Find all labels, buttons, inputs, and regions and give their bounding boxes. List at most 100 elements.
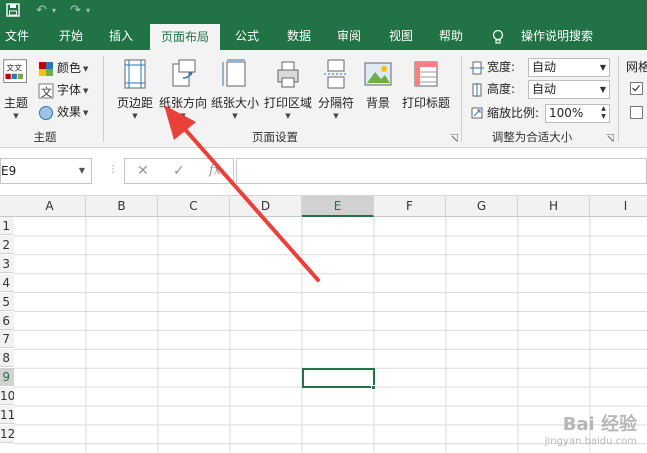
tab-insert[interactable]: 插入 (102, 22, 140, 50)
width-icon (470, 61, 484, 75)
print-titles-label: 打印标题 (401, 96, 450, 110)
column-header-d[interactable]: D (230, 196, 302, 217)
background-label: 背景 (365, 96, 390, 110)
background-button[interactable]: 背景 (360, 58, 396, 124)
row-header-10[interactable]: 10 (0, 387, 14, 406)
tab-home[interactable]: 开始 (52, 22, 90, 50)
chevron-down-icon: ▼ (599, 85, 606, 94)
height-label: 高度: (487, 82, 516, 96)
column-header-g[interactable]: G (446, 196, 518, 217)
column-header-i[interactable]: I (590, 196, 647, 217)
height-select[interactable]: 自动 ▼ (528, 80, 610, 99)
spinner-arrows-icon[interactable]: ▲ ▼ (598, 105, 609, 122)
fonts-label: 字体 (57, 83, 82, 97)
lightbulb-icon (492, 29, 504, 44)
dialog-launcher-icon[interactable] (450, 134, 458, 142)
scale-spinner[interactable]: 100% ▲ ▼ (545, 104, 610, 123)
undo-dropdown-icon[interactable]: ▾ (52, 3, 56, 19)
column-header-a[interactable]: A (14, 196, 86, 217)
chevron-down-icon: ▼ (78, 166, 85, 175)
insert-function-icon[interactable]: fx (209, 163, 221, 178)
print-area-icon (277, 61, 299, 88)
name-box-value: E9 (1, 164, 17, 178)
scale-label: 缩放比例: (487, 106, 540, 120)
undo-icon[interactable]: ↶ (36, 3, 47, 19)
column-header-c[interactable]: C (158, 196, 230, 217)
tell-me-search[interactable]: 操作说明搜索 (514, 22, 600, 50)
group-divider (103, 56, 104, 142)
chevron-down-icon: ▼ (333, 112, 339, 120)
chevron-down-icon: ▼ (180, 112, 186, 120)
background-image-icon (364, 62, 392, 86)
chevron-down-icon: ▼ (285, 112, 291, 120)
tab-data[interactable]: 数据 (280, 22, 318, 50)
selected-cell[interactable] (302, 368, 375, 389)
formula-bar: E9 ▼ ⋮ ✕ ✓ fx (0, 148, 647, 196)
tab-file[interactable]: 文件 (0, 22, 34, 50)
colors-label: 颜色 (57, 61, 82, 75)
size-button[interactable]: 纸张大小 ▼ (209, 58, 261, 124)
margins-button[interactable]: 页边距 ▼ (112, 58, 158, 124)
title-bar: ↶ ▾ ↷ ▾ (0, 0, 647, 22)
tab-view[interactable]: 视图 (382, 22, 420, 50)
gridlines-print-checkbox[interactable] (630, 106, 643, 119)
formula-buttons: ✕ ✓ fx (124, 158, 234, 184)
row-header-5[interactable]: 5 (0, 292, 14, 311)
row-header-6[interactable]: 6 (0, 311, 14, 330)
redo-dropdown-icon[interactable]: ▾ (86, 3, 90, 19)
row-header-3[interactable]: 3 (0, 254, 14, 273)
save-icon[interactable] (6, 3, 20, 22)
name-box[interactable]: E9 ▼ (0, 158, 92, 184)
themes-label: 主题 (3, 96, 28, 110)
watermark-logo: Bai 经验 (562, 414, 637, 435)
row-header-1[interactable]: 1 (0, 217, 14, 235)
column-header-h[interactable]: H (518, 196, 590, 217)
row-header-12[interactable]: 12 (0, 424, 14, 443)
formula-bar-splitter[interactable]: ⋮ (108, 164, 118, 175)
watermark-url: jingyan.baidu.com (544, 436, 637, 447)
dialog-launcher-icon[interactable] (606, 134, 614, 142)
column-header-row: ABCDEFGHI (0, 196, 647, 217)
row-header-8[interactable]: 8 (0, 349, 14, 368)
column-header-e[interactable]: E (302, 196, 374, 217)
scale-group-label: 调整为合适大小 (491, 130, 573, 144)
fonts-button[interactable]: 文字体 ▼ (38, 80, 88, 100)
row-header-9[interactable]: 9 (0, 368, 14, 387)
width-select[interactable]: 自动 ▼ (528, 58, 610, 77)
cancel-icon[interactable]: ✕ (137, 163, 149, 179)
effects-button[interactable]: 效果 ▼ (38, 102, 88, 122)
margins-label: 页边距 (116, 96, 153, 110)
row-header-11[interactable]: 11 (0, 406, 14, 424)
themes-button[interactable]: 文文 主题 ▼ (0, 58, 32, 124)
themes-icon: 文文 (3, 59, 27, 83)
svg-text:文文: 文文 (6, 62, 22, 72)
column-header-f[interactable]: F (374, 196, 446, 217)
gridlines-label: 网格 (626, 60, 647, 74)
gridlines-view-checkbox[interactable] (630, 82, 643, 95)
row-header-7[interactable]: 7 (0, 330, 14, 349)
chevron-down-icon: ▼ (232, 112, 238, 120)
breaks-label: 分隔符 (317, 96, 354, 110)
row-header-4[interactable]: 4 (0, 273, 14, 292)
tab-review[interactable]: 审阅 (330, 22, 368, 50)
paper-size-icon (222, 59, 246, 87)
tab-help[interactable]: 帮助 (432, 22, 470, 50)
svg-text:文: 文 (41, 85, 52, 99)
print-area-button[interactable]: 打印区域 ▼ (262, 58, 314, 124)
ribbon: 文文 主题 ▼ 颜色 ▼ 文字体 ▼ 效果 ▼ 主题 页边距 ▼ 纸张方向 ▼ 纸张大… (0, 50, 647, 148)
breaks-button[interactable]: 分隔符 ▼ (316, 58, 356, 124)
colors-button[interactable]: 颜色 ▼ (38, 58, 88, 78)
size-label: 纸张大小 (210, 96, 259, 110)
orientation-button[interactable]: 纸张方向 ▼ (157, 58, 209, 124)
row-header-2[interactable]: 2 (0, 235, 14, 254)
tab-page-layout[interactable]: 页面布局 (150, 24, 220, 50)
column-header-b[interactable]: B (86, 196, 158, 217)
print-titles-button[interactable]: 打印标题 (399, 58, 453, 124)
effects-label: 效果 (57, 105, 82, 119)
formula-input[interactable] (236, 158, 647, 184)
margins-icon (124, 59, 146, 89)
fill-handle[interactable] (371, 385, 376, 391)
enter-icon[interactable]: ✓ (173, 163, 185, 179)
tab-formulas[interactable]: 公式 (228, 22, 266, 50)
redo-icon[interactable]: ↷ (70, 3, 81, 19)
